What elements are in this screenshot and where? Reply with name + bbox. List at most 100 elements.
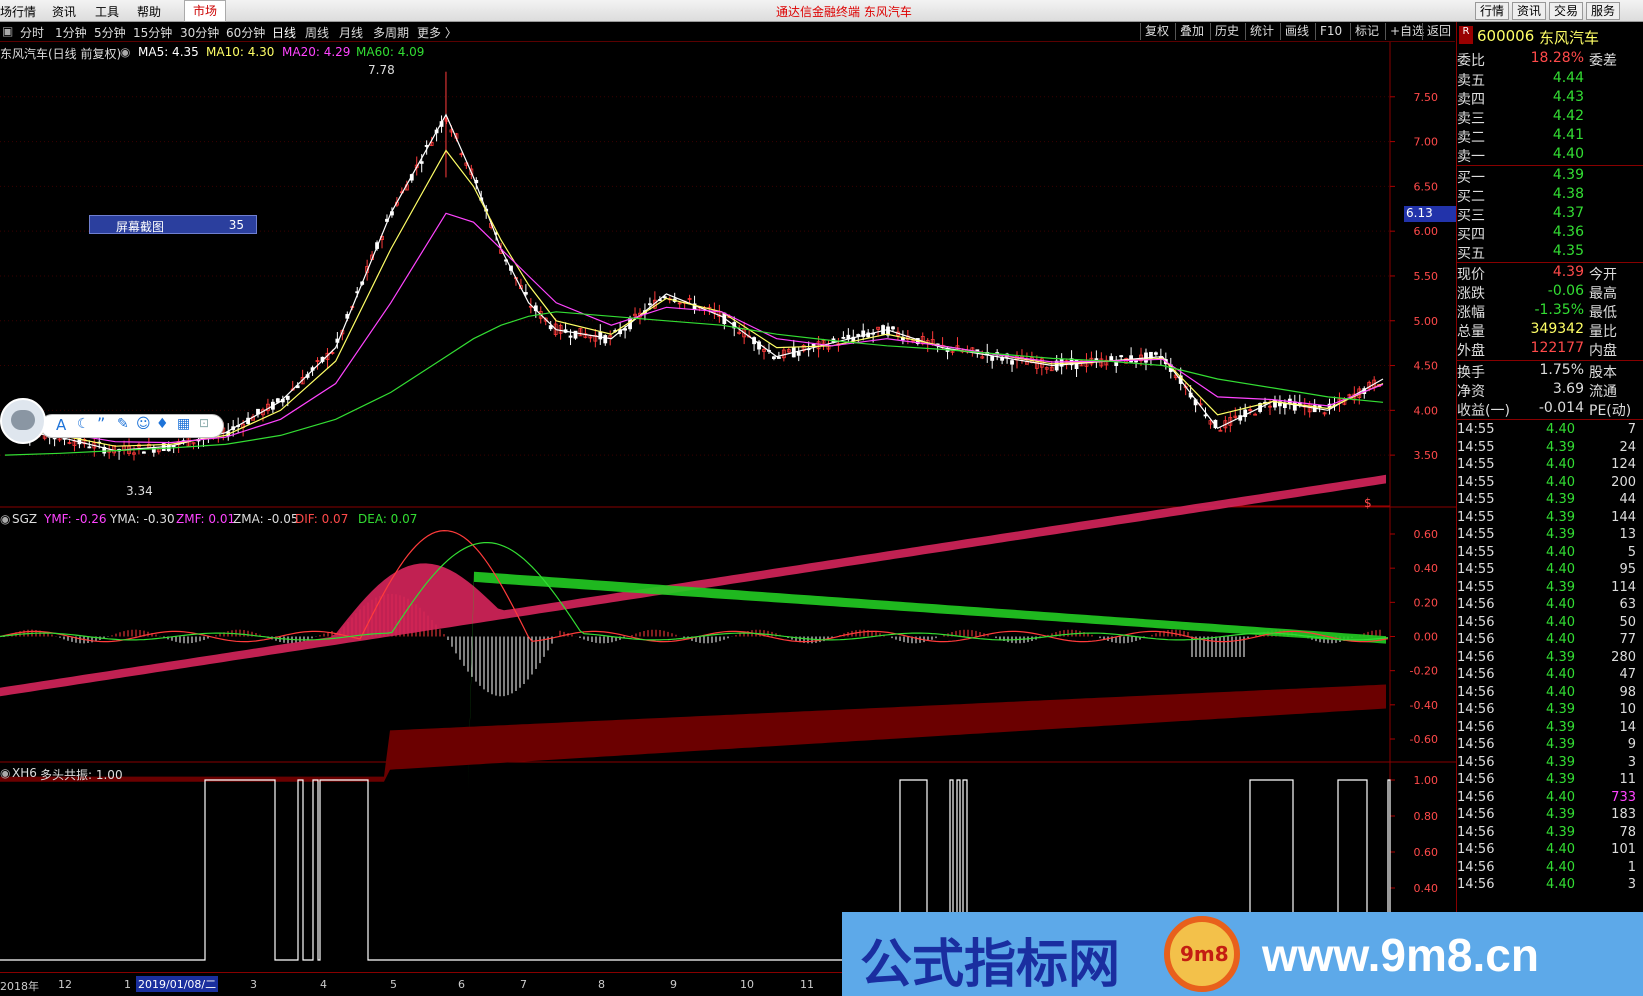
floating-toolbar: A ☾ ” ✎ ☺ ♦ ▦ ⊡ (0, 398, 224, 444)
period-intraday[interactable]: 分时 (20, 24, 44, 41)
smiley-icon[interactable]: ☺ (136, 416, 151, 432)
popup-value: 35 (228, 218, 244, 232)
ask-row[interactable]: 卖五 4.44 (1457, 70, 1643, 89)
price-tick-label: 3.50 (1414, 449, 1439, 462)
stat-row: 涨跌 -0.06 最高 (1457, 283, 1643, 302)
tick-row: 14:56 4.39 9 (1457, 737, 1643, 754)
stat-right-label: 内盘 (1589, 343, 1617, 359)
ask-row[interactable]: 卖一 4.40 (1457, 146, 1643, 165)
tick-time: 14:56 (1457, 702, 1495, 717)
quote-icon[interactable]: ” (97, 414, 105, 433)
tool-back[interactable]: 返回 (1422, 23, 1455, 40)
period-30min[interactable]: 30分钟 (180, 24, 219, 41)
kline-chart[interactable]: 7.50 7.00 6.50 6.00 5.50 5.00 4.50 4.00 3.50 0.60… (0, 42, 1456, 972)
tick-volume: 78 (1619, 824, 1636, 840)
tool-draw[interactable]: 画线 (1280, 23, 1313, 40)
text-tool-icon[interactable]: A (56, 416, 66, 434)
tick-volume: 3 (1627, 877, 1636, 892)
period-5min[interactable]: 5分钟 (94, 24, 126, 41)
candle-body (776, 356, 781, 359)
tick-volume: 124 (1611, 457, 1636, 472)
bid-row[interactable]: 买三 4.37 (1457, 205, 1643, 224)
ask-label: 卖四 (1457, 92, 1485, 108)
tick-volume: 47 (1619, 667, 1636, 682)
ask-row[interactable]: 卖三 4.42 (1457, 108, 1643, 127)
candle-body (841, 336, 846, 339)
period-1min[interactable]: 1分钟 (55, 24, 87, 41)
bid-price: 4.37 (1552, 205, 1584, 221)
tick-row: 14:56 4.40 50 (1457, 615, 1643, 632)
grid-icon[interactable]: ▦ (177, 416, 190, 432)
date-label: 7 (520, 978, 527, 991)
period-more[interactable]: 更多 〉 (417, 24, 457, 41)
tool-stats[interactable]: 统计 (1245, 23, 1278, 40)
tool-f10[interactable]: F10 (1315, 23, 1346, 40)
bid-row[interactable]: 买五 4.35 (1457, 243, 1643, 262)
top-button-news[interactable]: 资讯 (1512, 2, 1547, 20)
tick-price: 4.39 (1546, 527, 1575, 542)
stat-row: 外盘 122177 内盘 (1457, 340, 1643, 359)
tool-mark[interactable]: 标记 (1350, 23, 1383, 40)
menu-item-help[interactable]: 帮助 (137, 3, 161, 20)
xh6-tick-label: 0.80 (1414, 810, 1439, 823)
market-tab[interactable]: 市场 (184, 0, 226, 22)
bid-row[interactable]: 买二 4.38 (1457, 186, 1643, 205)
xh6-name: XH6 (12, 766, 37, 780)
screenshot-popup[interactable]: 屏幕截图 35 (89, 215, 257, 234)
top-button-service[interactable]: 服务 (1586, 2, 1621, 20)
date-label: 5 (390, 978, 397, 991)
top-button-trade[interactable]: 交易 (1549, 2, 1584, 20)
tick-time: 14:55 (1457, 509, 1495, 525)
shirt-icon[interactable]: ♦ (156, 416, 169, 432)
tick-row: 14:55 4.40 95 (1457, 562, 1643, 579)
tick-time: 14:56 (1457, 597, 1495, 612)
stat-label: 净资 (1457, 384, 1485, 400)
date-label: 6 (458, 978, 465, 991)
wrench-icon[interactable]: ✎ (117, 416, 129, 432)
ask-row[interactable]: 卖二 4.41 (1457, 127, 1643, 146)
stat-value: -0.014 (1538, 400, 1584, 416)
candle-body (285, 395, 290, 400)
period-60min[interactable]: 60分钟 (226, 24, 265, 41)
tick-price: 4.39 (1546, 439, 1575, 455)
menu-item-tools[interactable]: 工具 (95, 3, 119, 20)
assistant-avatar[interactable] (0, 398, 46, 444)
stat-value: 349342 (1530, 321, 1584, 337)
candle-body (662, 296, 667, 299)
menu-item-market-quotes[interactable]: 场行情 (0, 3, 36, 20)
tick-price: 4.40 (1546, 877, 1575, 892)
top-button-quotes[interactable]: 行情 (1475, 2, 1510, 20)
tick-row: 14:55 4.39 114 (1457, 580, 1643, 597)
tick-time: 14:56 (1457, 772, 1495, 787)
sgz-tick-label: 0.60 (1414, 528, 1439, 541)
tick-row: 14:56 4.40 77 (1457, 632, 1643, 649)
price-tick-label: 5.50 (1414, 270, 1439, 283)
dollar-marker: $ (1364, 496, 1372, 510)
period-15min[interactable]: 15分钟 (133, 24, 172, 41)
tick-time: 14:55 (1457, 422, 1495, 437)
period-multi[interactable]: 多周期 (373, 24, 409, 41)
xh6-toggle-icon[interactable]: ◉ (0, 766, 10, 780)
tick-row: 14:56 4.39 183 (1457, 807, 1643, 824)
ask-row[interactable]: 卖四 4.43 (1457, 89, 1643, 108)
sgz-toggle-icon[interactable]: ◉ (0, 512, 10, 526)
bid-row[interactable]: 买四 4.36 (1457, 224, 1643, 243)
price-tick-label: 4.00 (1414, 404, 1439, 417)
period-daily[interactable]: 日线 (272, 24, 296, 41)
tick-volume: 44 (1619, 492, 1636, 507)
tool-adjust[interactable]: 复权 (1140, 23, 1173, 40)
xh6-tick-label: 0.40 (1414, 882, 1439, 895)
period-monthly[interactable]: 月线 (339, 24, 363, 41)
eye-icon[interactable]: ◉ (120, 45, 130, 59)
date-label: 1 (124, 978, 131, 991)
ask-label: 卖二 (1457, 130, 1485, 146)
tool-history[interactable]: 历史 (1210, 23, 1243, 40)
period-weekly[interactable]: 周线 (305, 24, 329, 41)
bid-row[interactable]: 买一 4.39 (1457, 167, 1643, 186)
collapse-icon[interactable]: ▣ (2, 24, 13, 38)
date-label: 12 (58, 978, 72, 991)
lock-icon[interactable]: ⊡ (199, 416, 209, 430)
moon-icon[interactable]: ☾ (77, 416, 90, 432)
tool-overlay[interactable]: 叠加 (1175, 23, 1208, 40)
menu-item-news[interactable]: 资讯 (52, 3, 76, 20)
